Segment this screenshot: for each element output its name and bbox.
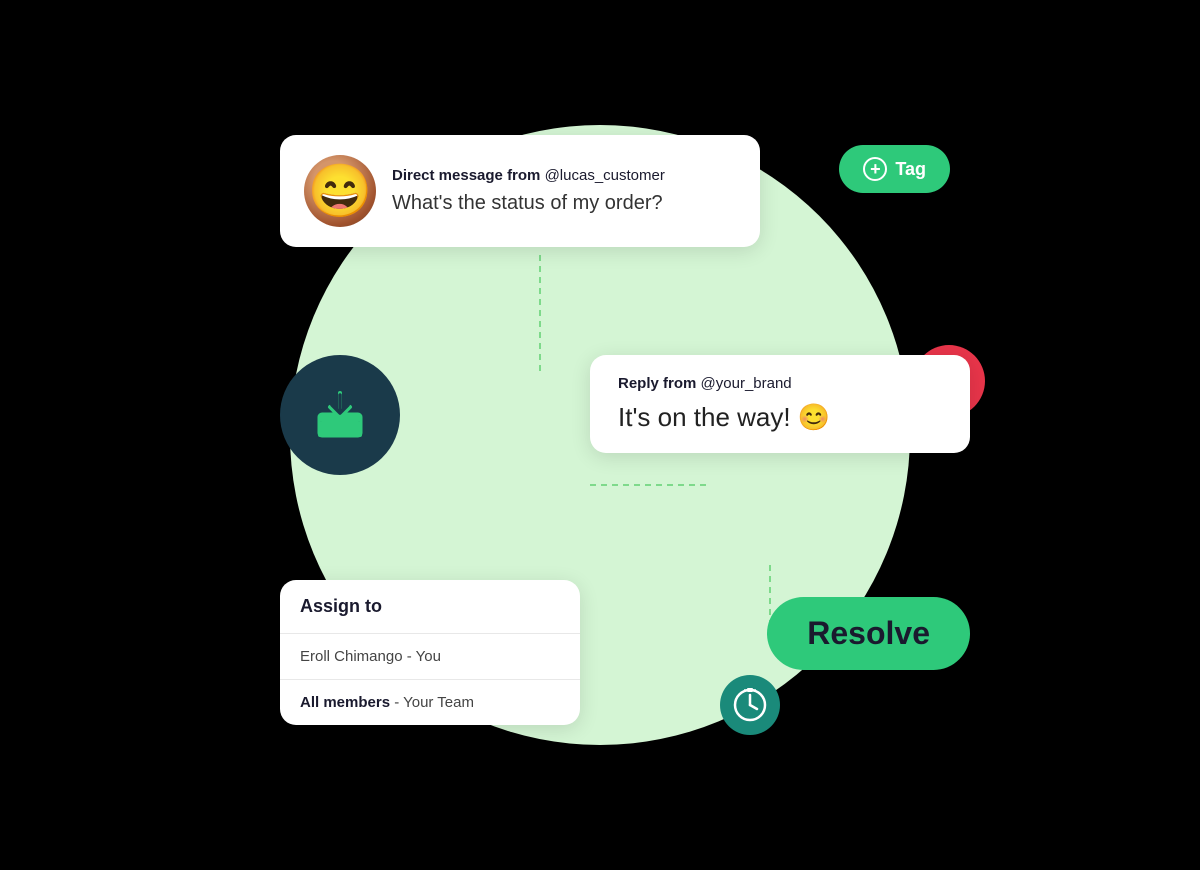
dm-message: What's the status of my order?	[392, 192, 736, 215]
customer-avatar	[304, 155, 376, 227]
resolve-label: Resolve	[807, 615, 930, 651]
inbox-icon	[310, 385, 370, 445]
tag-label: Tag	[895, 159, 926, 180]
assign-card: Assign to Eroll Chimango - You All membe…	[280, 580, 580, 725]
dm-header: Direct message from @lucas_customer	[392, 167, 736, 184]
dm-content: Direct message from @lucas_customer What…	[392, 167, 736, 215]
dm-card: Direct message from @lucas_customer What…	[280, 135, 760, 247]
assign-item-all-members[interactable]: All members - Your Team	[280, 680, 580, 725]
dm-handle: @lucas_customer	[545, 167, 665, 184]
clock-icon	[732, 687, 768, 723]
resolve-button[interactable]: Resolve	[767, 597, 970, 670]
tag-button[interactable]: + Tag	[839, 145, 950, 193]
assign-title: Assign to	[280, 580, 580, 634]
reply-header: Reply from @your_brand	[618, 375, 942, 392]
reply-card: Reply from @your_brand It's on the way! …	[590, 355, 970, 453]
reply-message: It's on the way! 😊	[618, 402, 942, 433]
inbox-circle	[280, 355, 400, 475]
reply-handle: @your_brand	[701, 375, 792, 392]
clock-circle	[720, 675, 780, 735]
tag-plus-icon: +	[863, 157, 887, 181]
assign-item-you[interactable]: Eroll Chimango - You	[280, 634, 580, 680]
